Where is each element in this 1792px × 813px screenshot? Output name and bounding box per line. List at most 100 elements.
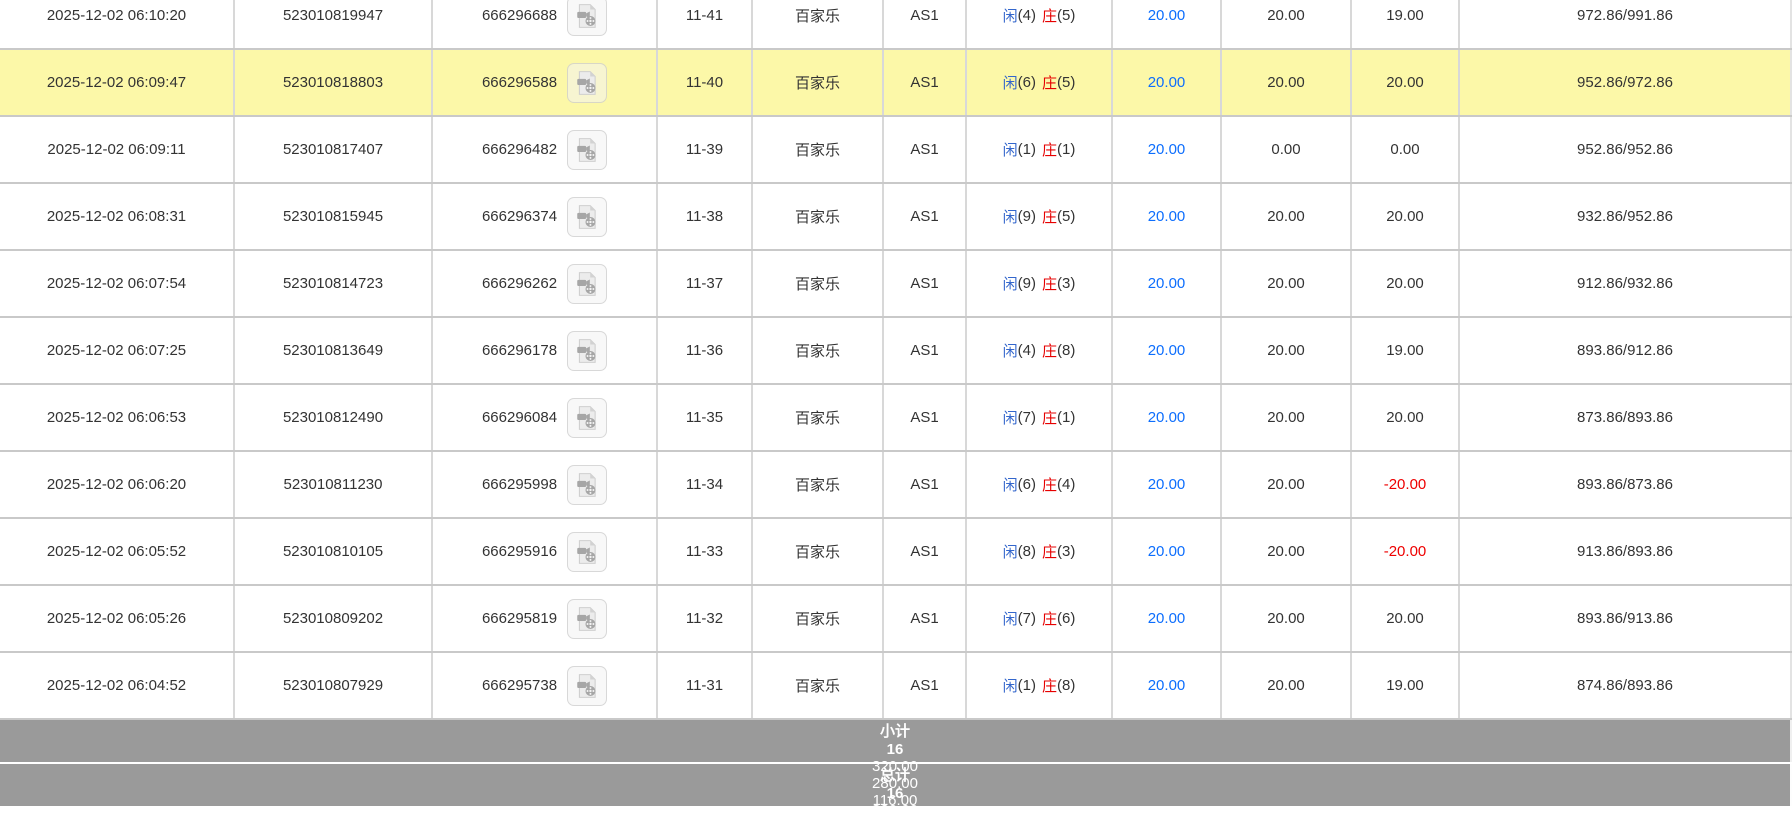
cell-balance: 893.86/913.86	[1460, 586, 1792, 651]
cell-bet-time: 2025-12-02 06:05:26	[0, 586, 235, 651]
video-playback-button[interactable]	[567, 264, 607, 304]
cell-bet-id: 523010809202	[235, 586, 433, 651]
table-row[interactable]: 2025-12-02 06:07:54 523010814723 6662962…	[0, 251, 1792, 318]
cell-round-id: 666295738	[433, 653, 658, 718]
cell-game-type: 百家乐	[753, 586, 884, 651]
bet-amount-link[interactable]: 20.00	[1148, 409, 1186, 426]
game-type: 百家乐	[795, 541, 840, 562]
video-playback-button[interactable]	[567, 63, 607, 103]
cell-bet-id: 523010812490	[235, 385, 433, 450]
bet-amount-link[interactable]: 20.00	[1148, 610, 1186, 627]
bet-amount-link[interactable]: 20.00	[1148, 7, 1186, 24]
table-row[interactable]: 2025-12-02 06:09:47 523010818803 6662965…	[0, 50, 1792, 117]
cell-balance: 952.86/952.86	[1460, 117, 1792, 182]
banker-result-label: 庄	[1042, 139, 1057, 160]
cell-game-type: 百家乐	[753, 0, 884, 48]
video-playback-button[interactable]	[567, 599, 607, 639]
player-result-score: (1)	[1018, 677, 1036, 694]
table-row[interactable]: 2025-12-02 06:06:53 523010812490 6662960…	[0, 385, 1792, 452]
round-id: 666296588	[482, 74, 557, 91]
cell-game-type: 百家乐	[753, 50, 884, 115]
cell-table-name: AS1	[884, 586, 967, 651]
video-playback-button[interactable]	[567, 666, 607, 706]
cell-game-type: 百家乐	[753, 519, 884, 584]
cell-balance: 874.86/893.86	[1460, 653, 1792, 718]
cell-bet-amount: 20.00	[1113, 586, 1222, 651]
valid-amount: 20.00	[1267, 409, 1305, 426]
shoe-round: 11-34	[686, 476, 723, 493]
player-result-score: (7)	[1018, 409, 1036, 426]
video-playback-button[interactable]	[567, 331, 607, 371]
cell-game-result: 闲(6)庄(4)	[967, 452, 1113, 517]
table-row[interactable]: 2025-12-02 06:08:31 523010815945 6662963…	[0, 184, 1792, 251]
cell-valid-amount: 20.00	[1222, 251, 1352, 316]
valid-amount: 20.00	[1267, 275, 1305, 292]
cell-valid-amount: 20.00	[1222, 50, 1352, 115]
bet-amount-link[interactable]: 20.00	[1148, 476, 1186, 493]
cell-game-type: 百家乐	[753, 385, 884, 450]
cell-table-name: AS1	[884, 653, 967, 718]
table-row[interactable]: 2025-12-02 06:05:26 523010809202 6662958…	[0, 586, 1792, 653]
win-loss-amount: -20.00	[1384, 543, 1427, 560]
table-row[interactable]: 2025-12-02 06:04:52 523010807929 6662957…	[0, 653, 1792, 720]
video-playback-button[interactable]	[567, 465, 607, 505]
cell-win-loss: -20.00	[1352, 519, 1460, 584]
bet-history-rows: 2025-12-02 06:10:20 523010819947 6662966…	[0, 0, 1792, 720]
cell-bet-amount: 20.00	[1113, 653, 1222, 718]
bet-amount-link[interactable]: 20.00	[1148, 208, 1186, 225]
game-type: 百家乐	[795, 139, 840, 160]
cell-balance: 913.86/893.86	[1460, 519, 1792, 584]
table-row[interactable]: 2025-12-02 06:10:20 523010819947 6662966…	[0, 0, 1792, 50]
banker-result-score: (6)	[1057, 610, 1075, 627]
cell-bet-time: 2025-12-02 06:04:52	[0, 653, 235, 718]
cell-balance: 893.86/873.86	[1460, 452, 1792, 517]
banker-result-score: (1)	[1057, 409, 1075, 426]
bet-time: 2025-12-02 06:06:20	[47, 476, 186, 493]
video-playback-button[interactable]	[567, 398, 607, 438]
valid-amount: 20.00	[1267, 342, 1305, 359]
subtotal-count: 16	[0, 741, 1792, 758]
round-id: 666295916	[482, 543, 557, 560]
table-row[interactable]: 2025-12-02 06:05:52 523010810105 6662959…	[0, 519, 1792, 586]
bet-amount-link[interactable]: 20.00	[1148, 275, 1186, 292]
player-result-score: (6)	[1018, 476, 1036, 493]
bet-amount-link[interactable]: 20.00	[1148, 74, 1186, 91]
round-id: 666296482	[482, 141, 557, 158]
banker-result-label: 庄	[1042, 608, 1057, 629]
cell-bet-amount: 20.00	[1113, 251, 1222, 316]
game-type: 百家乐	[795, 206, 840, 227]
video-playback-button[interactable]	[567, 197, 607, 237]
bet-id: 523010810105	[283, 543, 383, 560]
cell-bet-id: 523010807929	[235, 653, 433, 718]
cell-round-id: 666295916	[433, 519, 658, 584]
cell-valid-amount: 0.00	[1222, 117, 1352, 182]
cell-bet-time: 2025-12-02 06:08:31	[0, 184, 235, 249]
player-result-label: 闲	[1003, 608, 1018, 629]
bet-amount-link[interactable]: 20.00	[1148, 342, 1186, 359]
table-name: AS1	[910, 409, 938, 426]
cell-win-loss: 20.00	[1352, 251, 1460, 316]
table-name: AS1	[910, 476, 938, 493]
video-playback-button[interactable]	[567, 0, 607, 36]
cell-game-type: 百家乐	[753, 318, 884, 383]
win-loss-amount: 20.00	[1386, 208, 1424, 225]
cell-shoe-round: 11-35	[658, 385, 753, 450]
cell-valid-amount: 20.00	[1222, 318, 1352, 383]
cell-bet-amount: 20.00	[1113, 0, 1222, 48]
bet-time: 2025-12-02 06:09:47	[47, 74, 186, 91]
cell-table-name: AS1	[884, 318, 967, 383]
bet-amount-link[interactable]: 20.00	[1148, 141, 1186, 158]
round-id: 666296084	[482, 409, 557, 426]
cell-win-loss: 20.00	[1352, 385, 1460, 450]
bet-amount-link[interactable]: 20.00	[1148, 677, 1186, 694]
video-playback-button[interactable]	[567, 130, 607, 170]
bet-amount-link[interactable]: 20.00	[1148, 543, 1186, 560]
table-row[interactable]: 2025-12-02 06:09:11 523010817407 6662964…	[0, 117, 1792, 184]
video-playback-button[interactable]	[567, 532, 607, 572]
shoe-round: 11-36	[686, 342, 723, 359]
cell-shoe-round: 11-34	[658, 452, 753, 517]
table-row[interactable]: 2025-12-02 06:07:25 523010813649 6662961…	[0, 318, 1792, 385]
table-name: AS1	[910, 275, 938, 292]
table-row[interactable]: 2025-12-02 06:06:20 523010811230 6662959…	[0, 452, 1792, 519]
cell-bet-id: 523010813649	[235, 318, 433, 383]
